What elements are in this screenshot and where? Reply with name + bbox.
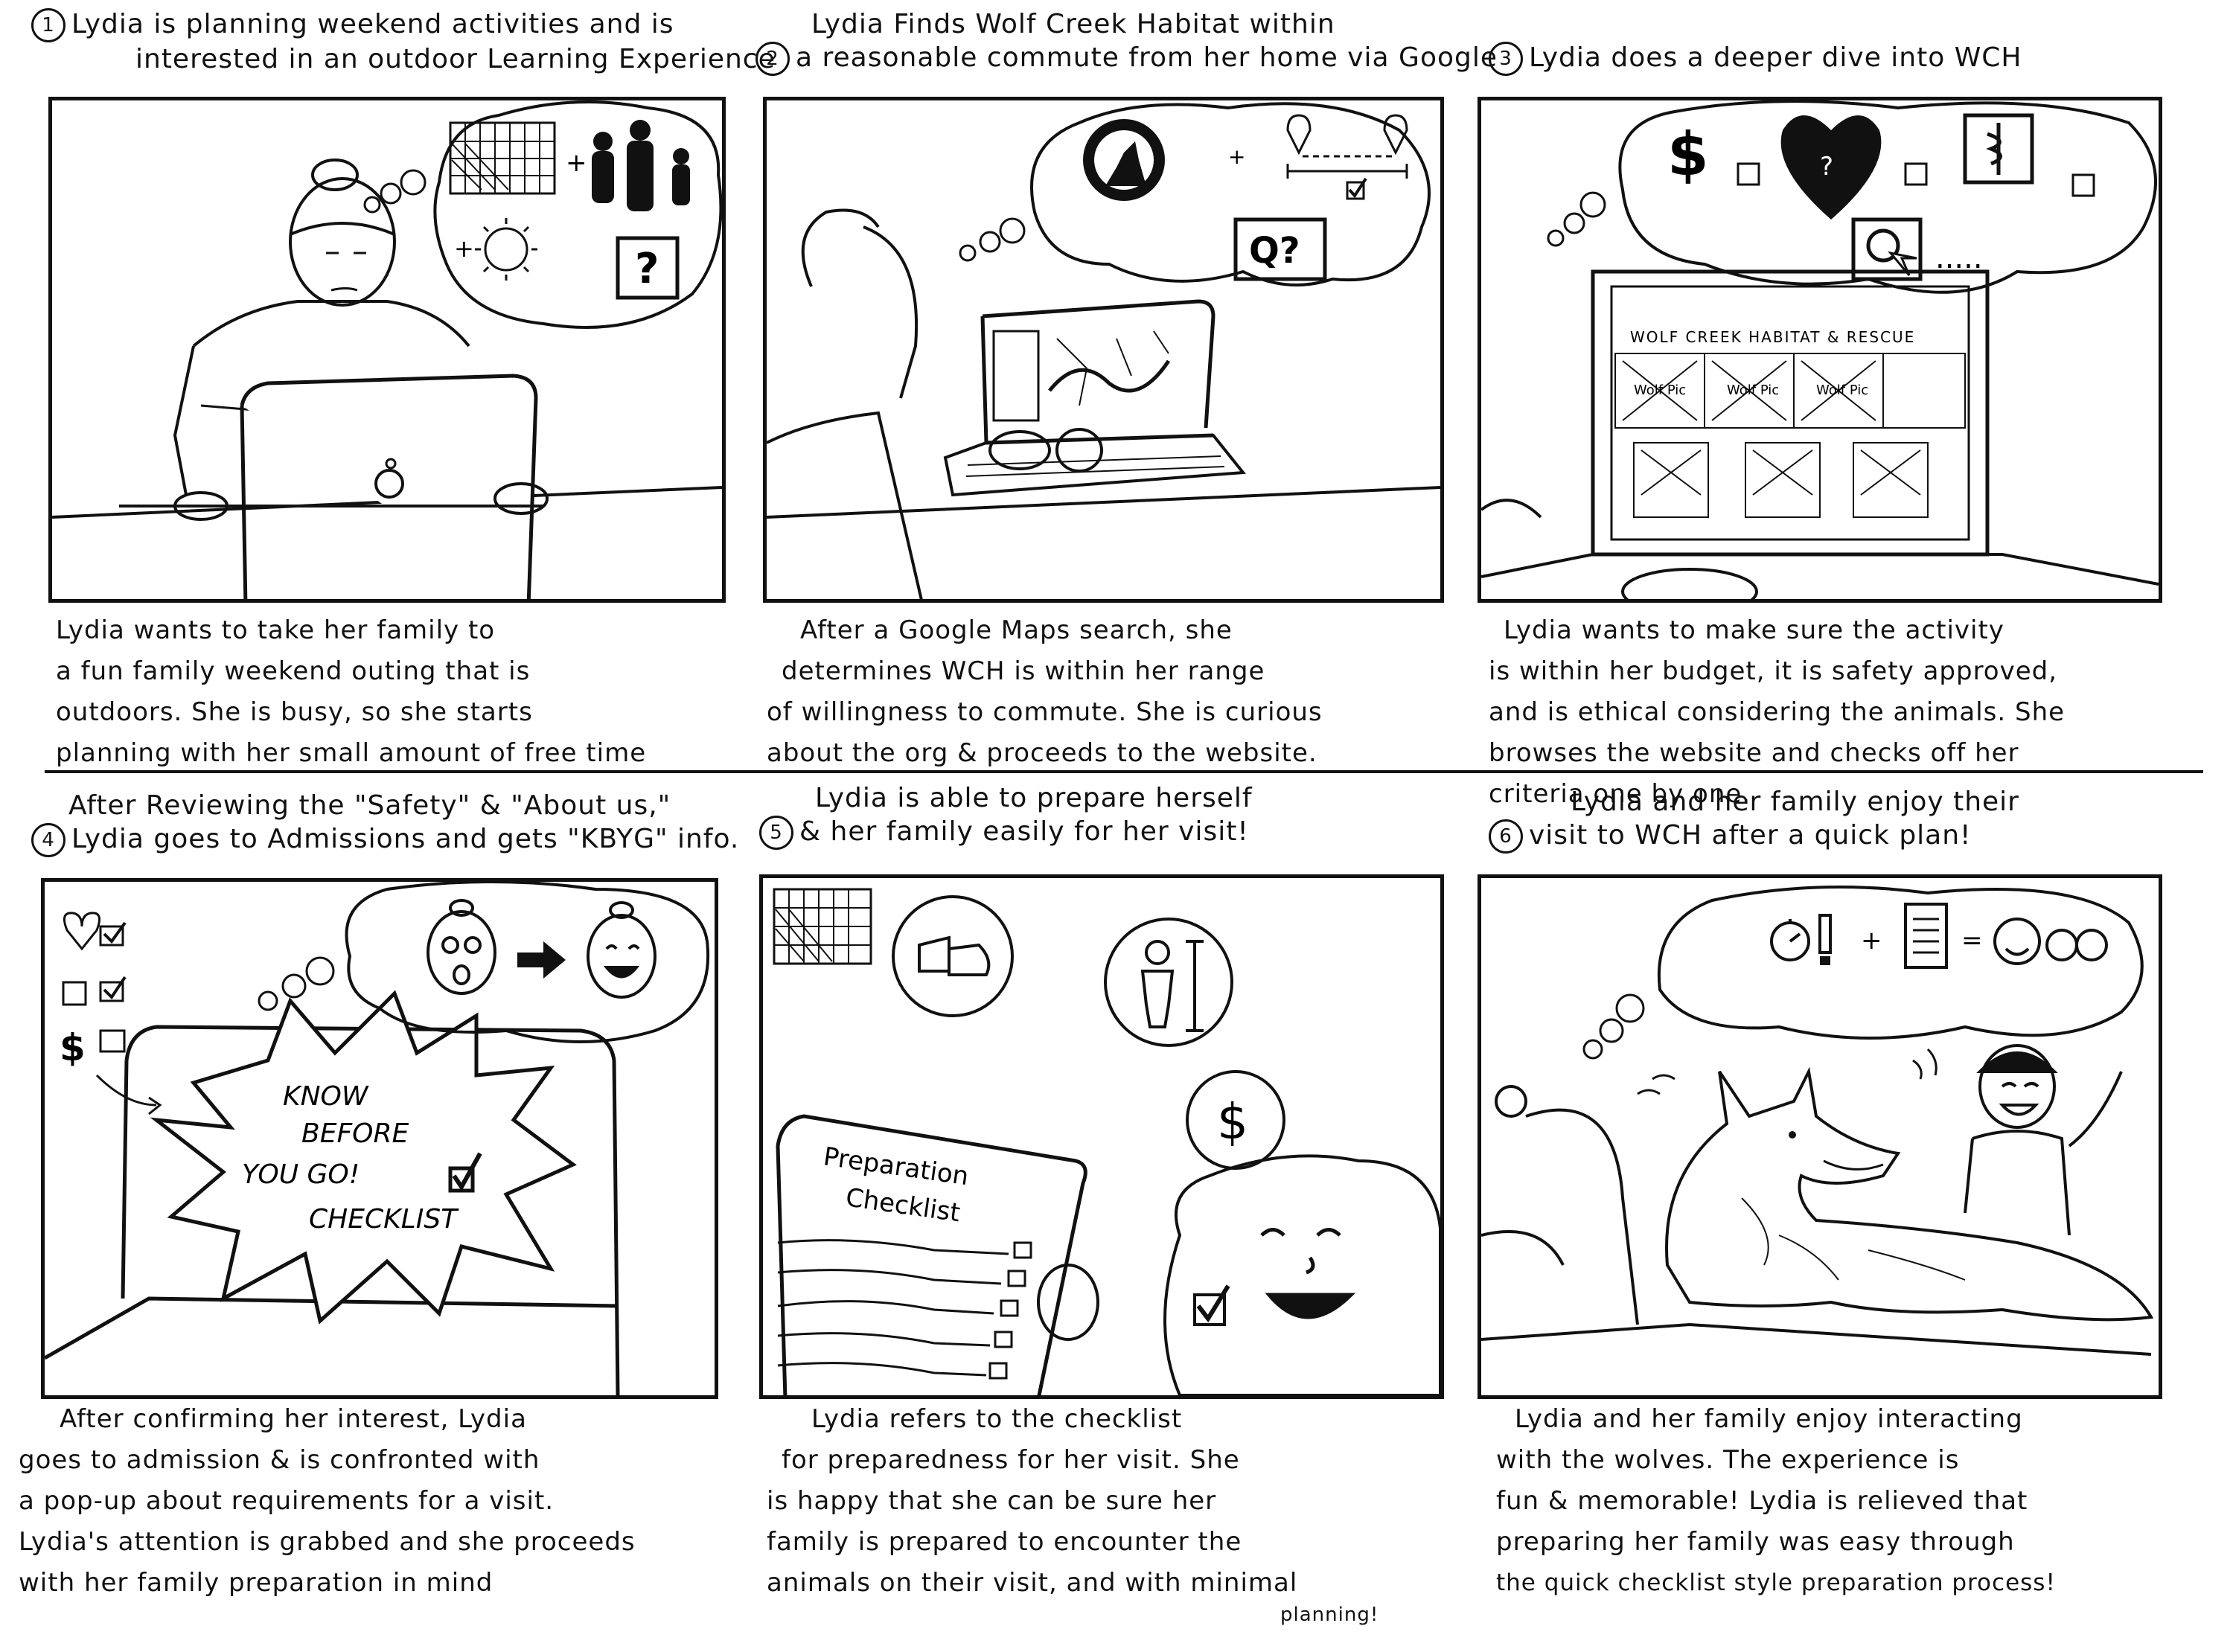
panel-5-header: Lydia is able to prepare herself 5 & her … bbox=[759, 781, 1253, 850]
svg-text:.....: ..... bbox=[1935, 241, 1983, 275]
lydia-head bbox=[289, 177, 396, 307]
panel-6-drawing: + = bbox=[1481, 886, 2154, 1356]
svg-text:?: ? bbox=[635, 245, 659, 293]
panel-5-number: 5 bbox=[759, 816, 793, 850]
panel-1-caption: Lydia wants to take her family to a fun … bbox=[56, 615, 647, 768]
happy-bubble bbox=[1163, 1154, 1440, 1395]
panel-4-number: 4 bbox=[31, 823, 66, 857]
checklist-icon bbox=[1904, 903, 1948, 969]
panel-2-number: 2 bbox=[755, 42, 790, 76]
exclamation-icon bbox=[1818, 914, 1832, 954]
panel-1-drawing: + + ? bbox=[52, 100, 722, 599]
svg-text:+: + bbox=[566, 148, 587, 178]
panel-3-header: 3 Lydia does a deeper dive into WCH bbox=[1489, 41, 2022, 76]
family-icon bbox=[592, 120, 690, 211]
laptop-icon bbox=[240, 374, 538, 599]
dollar-icon: $ bbox=[1217, 1093, 1248, 1150]
popup-starburst bbox=[150, 990, 577, 1325]
panel-1-frame: + + ? bbox=[48, 97, 726, 603]
panel-1-header: 1 Lydia is planning weekend activities an… bbox=[31, 7, 776, 76]
calendar-icon bbox=[773, 888, 872, 965]
panel-3-caption: Lydia wants to make sure the activity is… bbox=[1489, 615, 2066, 809]
panel-3-drawing: WOLF CREEK HABITAT & RESCUE Wolf Pic Wol… bbox=[1481, 100, 2159, 599]
happy-face-icon bbox=[1260, 1228, 1356, 1319]
height-bubble bbox=[1104, 918, 1233, 1047]
sun-icon bbox=[475, 218, 537, 281]
svg-text:CHECKLIST: CHECKLIST bbox=[309, 1204, 459, 1235]
panel-6-header: Lydia and her family enjoy their 6 visit … bbox=[1489, 785, 2019, 854]
calendar-icon bbox=[449, 121, 556, 195]
panel-5-caption: Lydia refers to the checklist for prepar… bbox=[767, 1404, 1379, 1626]
panel-5-frame: $ Preparation Checklist bbox=[759, 874, 1444, 1399]
panel-6-number: 6 bbox=[1489, 819, 1523, 854]
svg-text:=: = bbox=[1961, 926, 1983, 955]
svg-text:KNOW: KNOW bbox=[283, 1081, 369, 1112]
clothes-bubble bbox=[892, 895, 1014, 1017]
happy-family-icon bbox=[1993, 918, 2108, 965]
panel-6-caption: Lydia and her family enjoy interacting w… bbox=[1496, 1404, 2056, 1596]
wolf-drawing bbox=[1665, 1066, 2154, 1322]
panel-3-number: 3 bbox=[1489, 42, 1523, 76]
map-route bbox=[1048, 359, 1171, 393]
svg-text:?: ? bbox=[1820, 152, 1833, 182]
panel-4-header: After Reviewing the "Safety" & "About us… bbox=[31, 789, 739, 857]
laptop-icon bbox=[982, 299, 1215, 429]
panel-2-drawing: + Q? bbox=[767, 102, 1440, 599]
panel-6-frame: + = bbox=[1478, 874, 2162, 1399]
panel-2-frame: + Q? bbox=[763, 97, 1444, 603]
clothing-icon bbox=[918, 935, 991, 976]
panel-2-caption: After a Google Maps search, she determin… bbox=[767, 615, 1323, 768]
panel-1-number: 1 bbox=[31, 8, 66, 42]
svg-text:BEFORE: BEFORE bbox=[301, 1118, 409, 1149]
svg-text:+: + bbox=[1228, 144, 1245, 169]
heart-icon bbox=[63, 912, 101, 951]
panel-5-drawing: $ Preparation Checklist bbox=[773, 888, 1440, 1395]
svg-text:Wolf Pic: Wolf Pic bbox=[1634, 382, 1686, 398]
stopwatch-icon bbox=[1770, 919, 1810, 961]
panel-3-frame: WOLF CREEK HABITAT & RESCUE Wolf Pic Wol… bbox=[1478, 97, 2162, 603]
arrow-right-icon bbox=[517, 941, 566, 979]
svg-text:+: + bbox=[1861, 926, 1882, 955]
height-requirement-icon bbox=[1140, 940, 1204, 1032]
thought-bubble bbox=[1657, 886, 2144, 1040]
svg-text:Wolf Pic: Wolf Pic bbox=[1727, 382, 1779, 398]
svg-text:WOLF CREEK HABITAT & RESCUE: WOLF CREEK HABITAT & RESCUE bbox=[1630, 328, 1915, 346]
worried-face-icon bbox=[427, 899, 496, 995]
dollar-icon: $ bbox=[60, 1026, 86, 1069]
child-drawing bbox=[1964, 1044, 2123, 1236]
panel-4-caption: After confirming her interest, Lydia goe… bbox=[19, 1404, 636, 1598]
svg-text:YOU GO!: YOU GO! bbox=[242, 1159, 360, 1190]
svg-text:Wolf Pic: Wolf Pic bbox=[1816, 382, 1868, 398]
panel-4-frame: $ KNOW BEFORE YOU GO! CHECKLIST bbox=[41, 878, 718, 1399]
svg-text:+: + bbox=[454, 234, 474, 263]
svg-text:Q?: Q? bbox=[1249, 230, 1300, 272]
happy-face-icon bbox=[587, 901, 657, 999]
panel-4-drawing: $ KNOW BEFORE YOU GO! CHECKLIST bbox=[45, 882, 710, 1395]
thought-bubble bbox=[1030, 102, 1431, 286]
panel-2-header: Lydia Finds Wolf Creek Habitat within 2a… bbox=[755, 7, 1498, 76]
dollar-icon: $ bbox=[1667, 120, 1709, 189]
medical-icon bbox=[62, 981, 87, 1006]
